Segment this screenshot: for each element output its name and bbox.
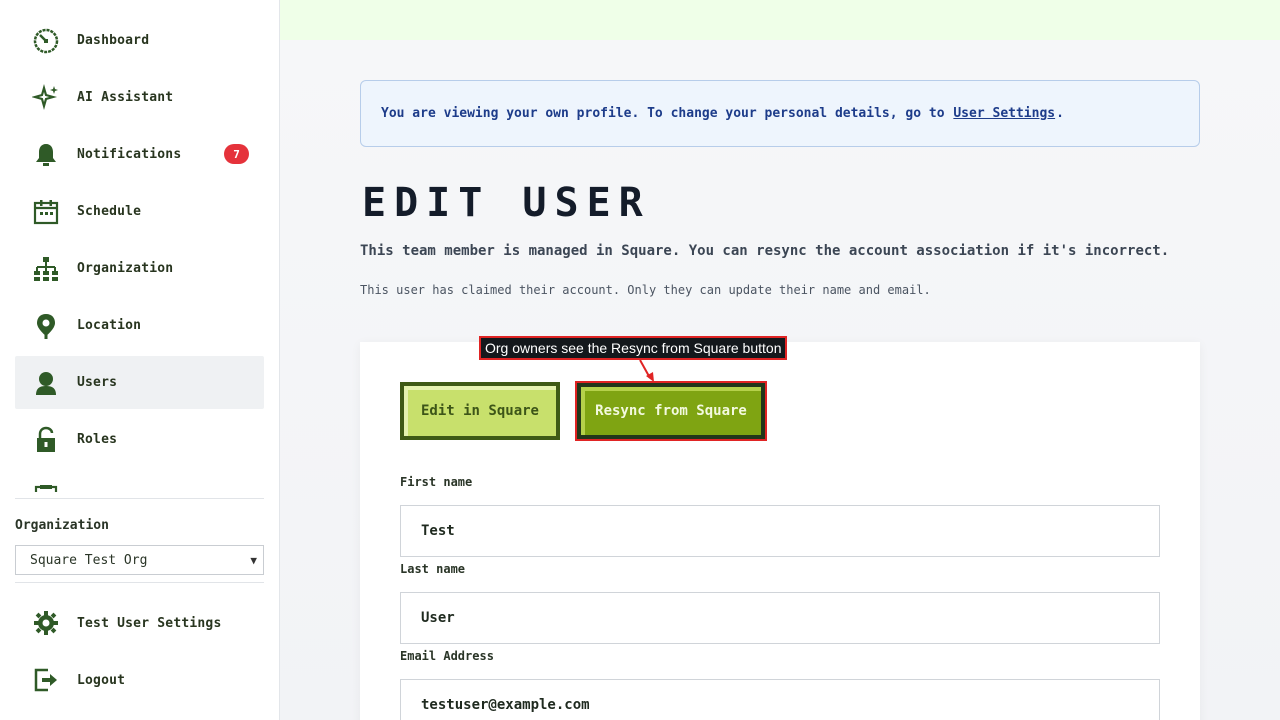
page-subtitle: This team member is managed in Square. Y…	[360, 243, 1170, 259]
edit-in-square-button[interactable]: Edit in Square	[400, 382, 560, 440]
organization-label: Organization	[15, 518, 109, 533]
last-name-label: Last name	[400, 562, 466, 576]
sidebar: Dashboard AI Assistant Notifications 7 S…	[0, 0, 280, 720]
dashboard-icon	[29, 24, 63, 58]
user-icon	[29, 366, 63, 400]
sidebar-item-location[interactable]: Location	[15, 299, 264, 352]
annotation-callout: Org owners see the Resync from Square bu…	[479, 336, 788, 360]
top-banner	[280, 0, 1280, 40]
sidebar-item-notifications[interactable]: Notifications 7	[15, 128, 264, 181]
sidebar-item-label: Dashboard	[77, 33, 150, 48]
organization-select[interactable]: Square Test Org ▼	[15, 545, 264, 575]
sidebar-item-label: Organization	[77, 261, 174, 276]
sidebar-item-label: AI Assistant	[77, 90, 174, 105]
sidebar-item-partial[interactable]	[15, 470, 264, 492]
info-text-end: .	[1056, 106, 1064, 121]
main-content: You are viewing your own profile. To cha…	[280, 40, 1280, 720]
sidebar-item-users[interactable]: Users	[15, 356, 264, 409]
logout-link[interactable]: Logout	[15, 655, 264, 705]
sidebar-item-label: Notifications	[77, 147, 182, 162]
last-name-field[interactable]: User	[400, 592, 1160, 644]
email-label: Email Address	[400, 649, 494, 663]
user-settings-link[interactable]: Test User Settings	[15, 598, 264, 648]
sidebar-divider	[15, 582, 264, 583]
notification-count-badge: 7	[224, 144, 249, 164]
sidebar-nav: Dashboard AI Assistant Notifications 7 S…	[15, 14, 264, 492]
sidebar-item-label: Users	[77, 375, 118, 390]
email-field[interactable]: testuser@example.com	[400, 679, 1160, 720]
user-settings-link[interactable]: User Settings	[953, 106, 1055, 121]
logout-label: Logout	[77, 672, 126, 688]
logout-icon	[29, 663, 63, 697]
sidebar-item-label: Schedule	[77, 204, 142, 219]
sidebar-item-schedule[interactable]: Schedule	[15, 185, 264, 238]
calendar-icon	[29, 195, 63, 229]
location-pin-icon	[29, 309, 63, 343]
annotation-arrow-icon	[639, 359, 654, 382]
first-name-label: First name	[400, 475, 473, 489]
sidebar-item-ai-assistant[interactable]: AI Assistant	[15, 71, 264, 124]
info-alert: You are viewing your own profile. To cha…	[360, 80, 1200, 147]
first-name-field[interactable]: Test	[400, 505, 1160, 557]
sparkle-icon	[29, 81, 63, 115]
sidebar-item-organization[interactable]: Organization	[15, 242, 264, 295]
organization-select-value: Square Test Org	[30, 552, 148, 568]
resync-from-square-button[interactable]: Resync from Square	[575, 381, 767, 441]
lock-icon	[29, 423, 63, 457]
bell-icon	[29, 138, 63, 172]
page-note: This user has claimed their account. Onl…	[360, 283, 931, 297]
edit-user-card: Edit in Square Resync from Square First …	[360, 342, 1200, 720]
chevron-down-icon: ▼	[250, 554, 257, 567]
sidebar-item-label: Roles	[77, 432, 118, 447]
sidebar-item-roles[interactable]: Roles	[15, 413, 264, 466]
gear-icon	[29, 606, 63, 640]
sidebar-divider	[15, 498, 264, 499]
org-chart-icon	[29, 252, 63, 286]
sidebar-item-label: Location	[77, 318, 142, 333]
info-text: You are viewing your own profile. To cha…	[381, 106, 945, 121]
page-title: EDIT USER	[362, 180, 651, 226]
user-settings-label: Test User Settings	[77, 615, 222, 631]
sidebar-item-dashboard[interactable]: Dashboard	[15, 14, 264, 67]
clipboard-icon	[29, 480, 63, 492]
